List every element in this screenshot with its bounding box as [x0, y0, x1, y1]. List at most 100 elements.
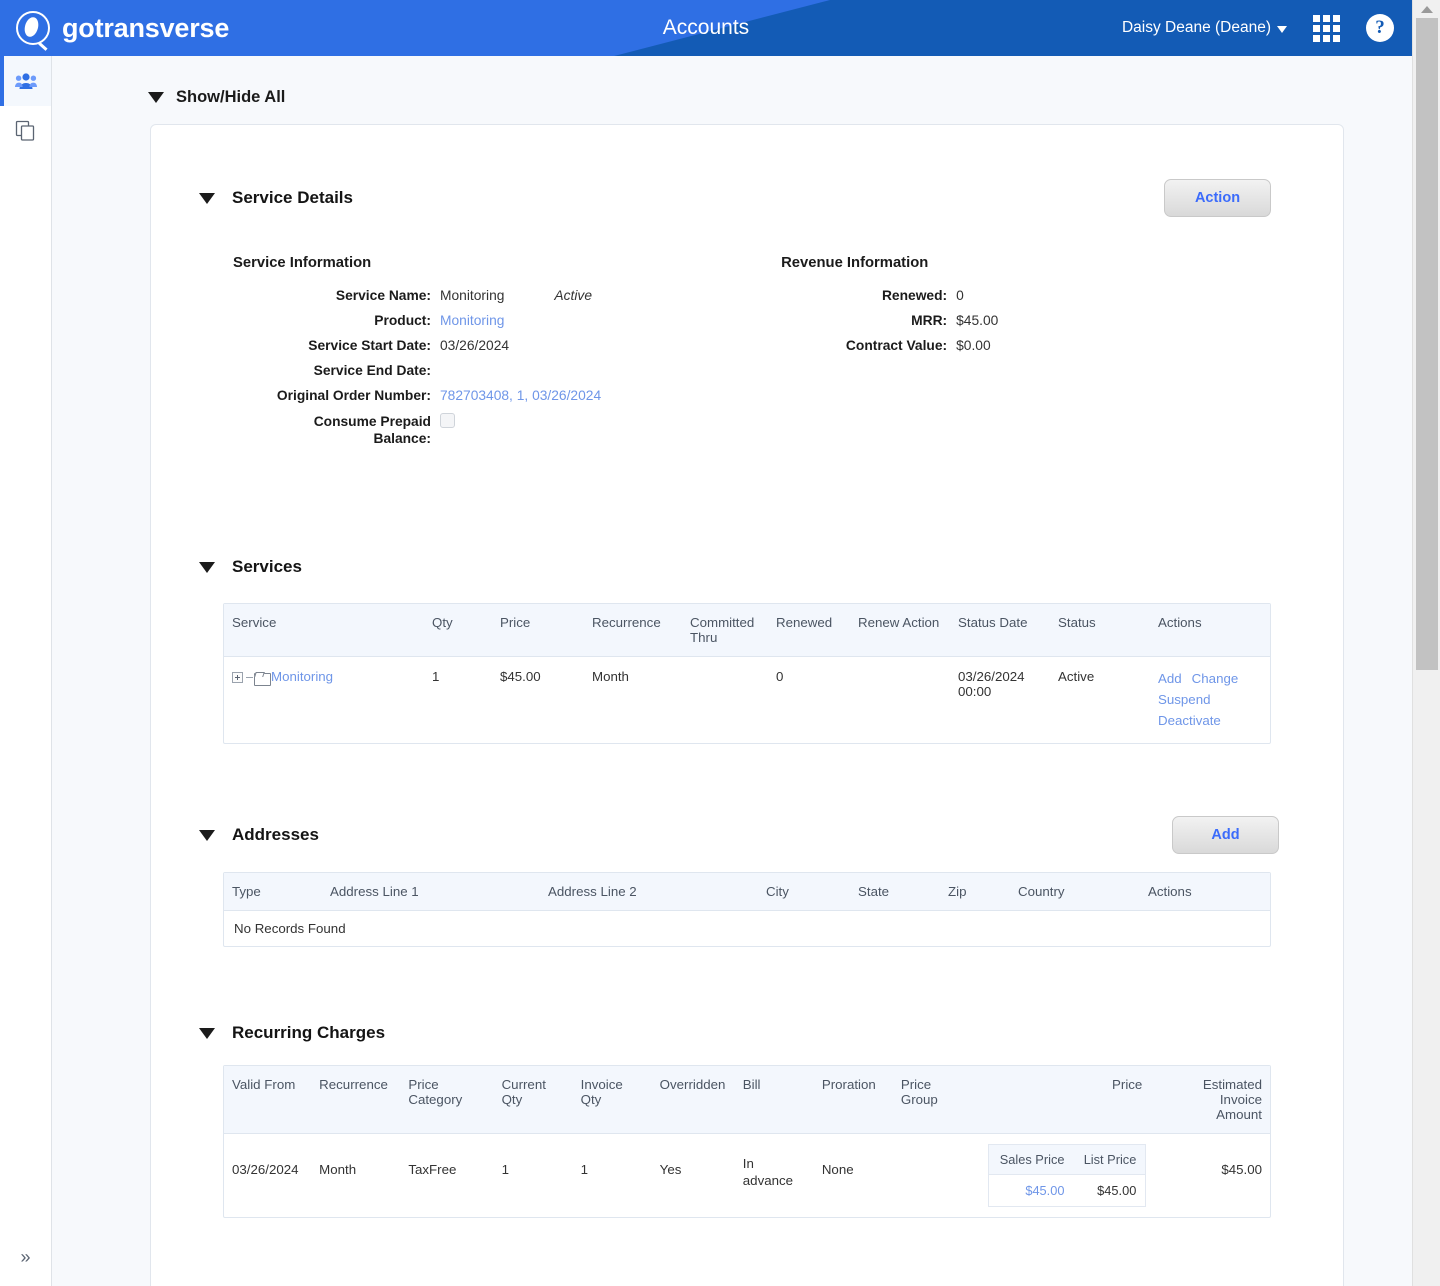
gotransverse-logo-icon: [16, 11, 50, 45]
page-scrollbar[interactable]: [1412, 0, 1440, 1286]
service-link[interactable]: Monitoring: [271, 669, 333, 684]
col-committed-thru[interactable]: Committed Thru: [682, 604, 768, 658]
col-estimated-invoice-amount[interactable]: Estimated Invoice Amount: [1150, 1066, 1270, 1135]
add-address-button[interactable]: Add: [1172, 816, 1279, 855]
col-valid-from[interactable]: Valid From: [224, 1066, 312, 1135]
action-button[interactable]: Action: [1164, 179, 1271, 217]
cell-list-price: $45.00: [1097, 1183, 1137, 1199]
action-add-link[interactable]: Add: [1158, 671, 1182, 686]
cell-renewed: 0: [776, 669, 784, 685]
left-sidebar: »: [0, 56, 52, 1286]
col-type[interactable]: Type: [224, 873, 322, 912]
help-question-icon[interactable]: ?: [1366, 14, 1394, 42]
scrollbar-track[interactable]: [1413, 700, 1440, 1286]
field-label: Product:: [374, 313, 431, 328]
col-price[interactable]: Price: [967, 1066, 1151, 1135]
copy-pages-icon: [15, 120, 34, 141]
revenue-information-group: Revenue Information Renewed: 0 MRR: $45.…: [601, 255, 998, 457]
header-actions: Daisy Deane (Deane) ?: [1122, 0, 1394, 56]
scrollbar-thumb[interactable]: [1416, 18, 1438, 670]
addresses-heading: Addresses: [232, 825, 319, 845]
app-grid-icon[interactable]: [1313, 14, 1340, 42]
service-details-header: Service Details Action: [151, 179, 1343, 217]
tree-line: [246, 677, 253, 679]
cell-bill: In advance: [742, 1156, 794, 1188]
table-row: 03/26/2024 Month TaxFree 1 1 Yes In advan…: [224, 1134, 1270, 1218]
revenue-information-title: Revenue Information: [781, 255, 929, 271]
expand-row-icon[interactable]: [232, 672, 243, 684]
recurring-charges-toggle[interactable]: Recurring Charges: [199, 1023, 385, 1043]
table-header-row: Sales Price List Price: [988, 1144, 1146, 1176]
col-city[interactable]: City: [758, 873, 850, 912]
col-price[interactable]: Price: [492, 604, 584, 658]
col-qty[interactable]: Qty: [424, 604, 492, 658]
table-header-row: Valid From Recurrence Price Category Curr…: [224, 1066, 1270, 1135]
col-status[interactable]: Status: [1050, 604, 1150, 658]
field-contract-value: Contract Value: $0.00: [781, 338, 998, 353]
col-list-price: List Price: [1073, 1144, 1146, 1176]
table-row: Monitoring 1 $45.00 Month 0 03/26/2024 0…: [224, 657, 1270, 743]
service-information-title: Service Information: [233, 255, 372, 271]
sidebar-collapse-button[interactable]: »: [0, 1242, 51, 1272]
action-change-link[interactable]: Change: [1192, 671, 1239, 686]
col-country[interactable]: Country: [1010, 873, 1140, 912]
addresses-toggle[interactable]: Addresses: [199, 825, 319, 845]
triangle-down-icon: [199, 829, 215, 841]
service-details-toggle[interactable]: Service Details: [199, 188, 353, 208]
cell-price-group: [893, 1134, 968, 1218]
col-invoice-qty[interactable]: Invoice Qty: [572, 1066, 652, 1135]
col-actions: Actions: [1140, 873, 1270, 912]
field-label: Service Start Date:: [308, 338, 431, 353]
col-address-line-1[interactable]: Address Line 1: [322, 873, 540, 912]
cell-sales-price: $45.00: [989, 1175, 1074, 1207]
col-renewed[interactable]: Renewed: [768, 604, 850, 658]
people-icon: [14, 73, 37, 89]
field-value: $0.00: [956, 338, 991, 353]
sidebar-item-documents[interactable]: [0, 106, 51, 156]
action-deactivate-link[interactable]: Deactivate: [1158, 713, 1221, 728]
col-zip[interactable]: Zip: [940, 873, 1010, 912]
cell-service: Monitoring: [224, 657, 424, 743]
user-menu[interactable]: Daisy Deane (Deane): [1122, 19, 1287, 37]
col-status-date[interactable]: Status Date: [950, 604, 1050, 658]
field-service-end-date: Service End Date:: [233, 363, 601, 378]
recurring-charges-table: Valid From Recurrence Price Category Curr…: [223, 1065, 1271, 1219]
app-header: gotransverse Accounts Daisy Deane (Deane…: [0, 0, 1412, 56]
col-recurrence[interactable]: Recurrence: [311, 1066, 401, 1135]
col-renew-action[interactable]: Renew Action: [850, 604, 950, 658]
field-service-name: Service Name: Monitoring Active: [233, 288, 601, 303]
field-renewed: Renewed: 0: [781, 288, 998, 303]
col-recurrence[interactable]: Recurrence: [584, 604, 682, 658]
sidebar-item-accounts[interactable]: [0, 56, 51, 106]
col-proration[interactable]: Proration: [813, 1066, 893, 1135]
cell-committed-thru: [682, 657, 768, 743]
product-link[interactable]: Monitoring: [440, 313, 504, 328]
scroll-up-arrow-icon[interactable]: [1421, 6, 1433, 13]
col-price-group[interactable]: Price Group: [892, 1066, 968, 1135]
col-service[interactable]: Service: [224, 604, 424, 658]
field-value: Monitoring: [440, 288, 505, 303]
field-label: Original Order Number:: [276, 388, 431, 403]
field-value: 0: [956, 288, 964, 303]
col-overridden[interactable]: Overridden: [651, 1066, 735, 1135]
field-label: Service Name:: [335, 288, 431, 303]
sales-price-link[interactable]: $45.00: [1025, 1183, 1064, 1198]
col-state[interactable]: State: [850, 873, 940, 912]
col-price-category[interactable]: Price Category: [400, 1066, 494, 1135]
field-value: $45.00: [956, 313, 999, 328]
col-address-line-2[interactable]: Address Line 2: [540, 873, 758, 912]
cell-current-qty: 1: [501, 1162, 509, 1178]
brand-logo[interactable]: gotransverse: [16, 0, 229, 56]
col-bill[interactable]: Bill: [734, 1066, 814, 1135]
services-heading: Services: [232, 557, 302, 577]
col-current-qty[interactable]: Current Qty: [493, 1066, 573, 1135]
show-hide-all-toggle[interactable]: Show/Hide All: [148, 88, 285, 107]
original-order-number-link[interactable]: 782703408, 1, 03/26/2024: [440, 388, 601, 403]
consume-prepaid-balance-checkbox[interactable]: [440, 413, 455, 428]
cell-status-date: 03/26/2024 00:00: [950, 657, 1050, 743]
status-date-line1: 03/26/2024: [958, 669, 1025, 685]
services-toggle[interactable]: Services: [199, 557, 302, 577]
action-suspend-link[interactable]: Suspend: [1158, 692, 1211, 707]
cell-valid-from: 03/26/2024: [232, 1162, 299, 1178]
service-information-group: Service Information Service Name: Monito…: [151, 255, 601, 457]
